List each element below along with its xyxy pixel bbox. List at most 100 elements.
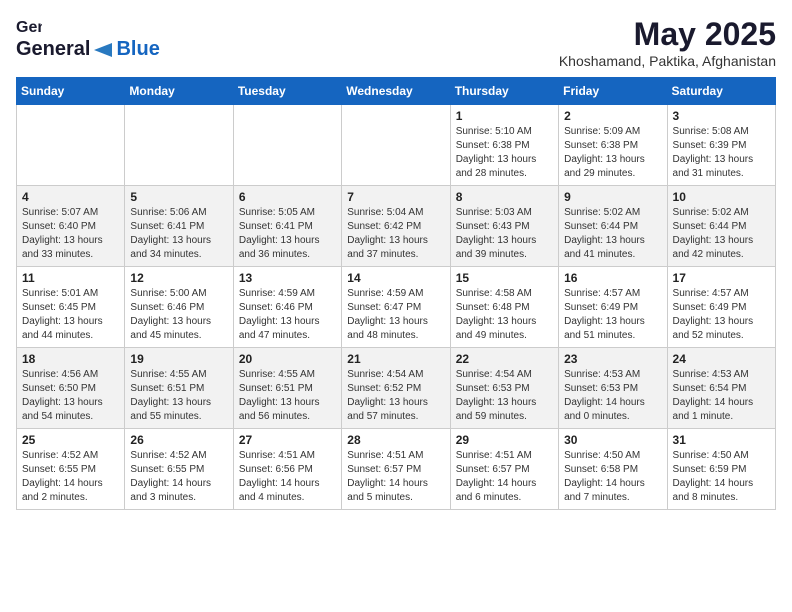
calendar-header-row: SundayMondayTuesdayWednesdayThursdayFrid… — [17, 78, 776, 105]
day-info: Sunrise: 5:09 AMSunset: 6:38 PMDaylight:… — [564, 125, 661, 181]
day-info-line: Daylight: 13 hours — [456, 316, 537, 327]
calendar-cell: 31Sunrise: 4:50 AMSunset: 6:59 PMDayligh… — [667, 429, 775, 510]
calendar-cell: 24Sunrise: 4:53 AMSunset: 6:54 PMDayligh… — [667, 348, 775, 429]
day-info-line: Daylight: 14 hours — [456, 478, 537, 489]
day-info-line: Daylight: 13 hours — [239, 397, 320, 408]
col-header-sunday: Sunday — [17, 78, 125, 105]
day-info: Sunrise: 4:52 AMSunset: 6:55 PMDaylight:… — [22, 449, 119, 505]
day-info: Sunrise: 5:03 AMSunset: 6:43 PMDaylight:… — [456, 206, 553, 262]
day-info-line: Sunrise: 4:53 AM — [673, 369, 749, 380]
day-info: Sunrise: 5:05 AMSunset: 6:41 PMDaylight:… — [239, 206, 336, 262]
calendar-cell: 8Sunrise: 5:03 AMSunset: 6:43 PMDaylight… — [450, 186, 558, 267]
day-info-line: Sunset: 6:54 PM — [673, 383, 747, 394]
day-number: 17 — [673, 271, 770, 285]
day-info-line: Sunset: 6:45 PM — [22, 302, 96, 313]
day-info-line: and 0 minutes. — [564, 411, 630, 422]
day-info: Sunrise: 4:57 AMSunset: 6:49 PMDaylight:… — [673, 287, 770, 343]
day-info: Sunrise: 4:53 AMSunset: 6:53 PMDaylight:… — [564, 368, 661, 424]
day-info-line: Sunrise: 4:56 AM — [22, 369, 98, 380]
day-info-line: Sunset: 6:38 PM — [456, 140, 530, 151]
day-info-line: Sunrise: 5:02 AM — [673, 207, 749, 218]
svg-text:General: General — [16, 19, 42, 36]
day-info-line: Sunrise: 4:51 AM — [347, 450, 423, 461]
day-info-line: and 1 minute. — [673, 411, 734, 422]
day-info-line: Sunset: 6:53 PM — [564, 383, 638, 394]
day-info-line: Daylight: 13 hours — [239, 235, 320, 246]
day-info-line: Sunset: 6:39 PM — [673, 140, 747, 151]
day-number: 21 — [347, 352, 444, 366]
day-number: 15 — [456, 271, 553, 285]
day-info: Sunrise: 4:56 AMSunset: 6:50 PMDaylight:… — [22, 368, 119, 424]
day-info-line: Sunset: 6:49 PM — [564, 302, 638, 313]
day-info-line: Sunset: 6:51 PM — [239, 383, 313, 394]
day-info-line: Daylight: 13 hours — [22, 316, 103, 327]
day-number: 20 — [239, 352, 336, 366]
day-info-line: Daylight: 13 hours — [347, 397, 428, 408]
day-info-line: and 55 minutes. — [130, 411, 201, 422]
day-info-line: Sunrise: 4:51 AM — [456, 450, 532, 461]
day-info-line: Daylight: 13 hours — [347, 316, 428, 327]
day-info-line: Sunrise: 4:51 AM — [239, 450, 315, 461]
day-number: 3 — [673, 109, 770, 123]
day-info-line: Sunrise: 5:07 AM — [22, 207, 98, 218]
day-info-line: Sunset: 6:47 PM — [347, 302, 421, 313]
title-section: May 2025 Khoshamand, Paktika, Afghanista… — [559, 16, 776, 69]
day-info-line: Sunrise: 5:00 AM — [130, 288, 206, 299]
day-info-line: Daylight: 14 hours — [22, 478, 103, 489]
day-info-line: and 2 minutes. — [22, 492, 88, 503]
day-info-line: Sunrise: 5:09 AM — [564, 126, 640, 137]
day-info: Sunrise: 4:50 AMSunset: 6:58 PMDaylight:… — [564, 449, 661, 505]
day-info-line: and 29 minutes. — [564, 168, 635, 179]
day-info-line: and 34 minutes. — [130, 249, 201, 260]
day-info: Sunrise: 5:07 AMSunset: 6:40 PMDaylight:… — [22, 206, 119, 262]
day-info-line: Sunrise: 5:03 AM — [456, 207, 532, 218]
day-info-line: Daylight: 13 hours — [456, 154, 537, 165]
day-info-line: Sunset: 6:53 PM — [456, 383, 530, 394]
day-info-line: Sunrise: 5:02 AM — [564, 207, 640, 218]
day-info: Sunrise: 5:01 AMSunset: 6:45 PMDaylight:… — [22, 287, 119, 343]
day-info-line: Sunset: 6:49 PM — [673, 302, 747, 313]
calendar-cell: 20Sunrise: 4:55 AMSunset: 6:51 PMDayligh… — [233, 348, 341, 429]
calendar-cell: 16Sunrise: 4:57 AMSunset: 6:49 PMDayligh… — [559, 267, 667, 348]
day-info-line: Sunrise: 5:04 AM — [347, 207, 423, 218]
day-info-line: Daylight: 13 hours — [564, 154, 645, 165]
calendar-cell: 4Sunrise: 5:07 AMSunset: 6:40 PMDaylight… — [17, 186, 125, 267]
day-number: 2 — [564, 109, 661, 123]
calendar-cell — [125, 105, 233, 186]
calendar-row-3: 18Sunrise: 4:56 AMSunset: 6:50 PMDayligh… — [17, 348, 776, 429]
day-info-line: Sunset: 6:58 PM — [564, 464, 638, 475]
day-info-line: and 51 minutes. — [564, 330, 635, 341]
day-number: 24 — [673, 352, 770, 366]
day-info-line: and 59 minutes. — [456, 411, 527, 422]
page-header: General General Blue May 2025 Khoshamand… — [16, 16, 776, 69]
col-header-friday: Friday — [559, 78, 667, 105]
calendar-cell: 22Sunrise: 4:54 AMSunset: 6:53 PMDayligh… — [450, 348, 558, 429]
day-number: 31 — [673, 433, 770, 447]
calendar-cell: 29Sunrise: 4:51 AMSunset: 6:57 PMDayligh… — [450, 429, 558, 510]
day-info-line: and 37 minutes. — [347, 249, 418, 260]
day-info-line: Sunrise: 4:52 AM — [130, 450, 206, 461]
day-info-line: Daylight: 13 hours — [239, 316, 320, 327]
calendar-cell: 11Sunrise: 5:01 AMSunset: 6:45 PMDayligh… — [17, 267, 125, 348]
day-info-line: Sunrise: 5:10 AM — [456, 126, 532, 137]
day-info-line: Daylight: 13 hours — [564, 316, 645, 327]
col-header-saturday: Saturday — [667, 78, 775, 105]
day-info-line: Sunset: 6:56 PM — [239, 464, 313, 475]
month-year-title: May 2025 — [559, 16, 776, 53]
day-info-line: Daylight: 14 hours — [673, 478, 754, 489]
calendar-cell: 15Sunrise: 4:58 AMSunset: 6:48 PMDayligh… — [450, 267, 558, 348]
day-info-line: Sunrise: 4:50 AM — [673, 450, 749, 461]
day-info-line: Sunset: 6:44 PM — [564, 221, 638, 232]
calendar-cell: 18Sunrise: 4:56 AMSunset: 6:50 PMDayligh… — [17, 348, 125, 429]
day-info-line: Sunset: 6:50 PM — [22, 383, 96, 394]
day-info-line: and 39 minutes. — [456, 249, 527, 260]
day-info-line: Sunset: 6:42 PM — [347, 221, 421, 232]
logo-general: General — [16, 38, 90, 61]
col-header-tuesday: Tuesday — [233, 78, 341, 105]
day-info: Sunrise: 4:51 AMSunset: 6:56 PMDaylight:… — [239, 449, 336, 505]
day-info-line: Daylight: 14 hours — [130, 478, 211, 489]
day-info-line: Sunset: 6:52 PM — [347, 383, 421, 394]
col-header-wednesday: Wednesday — [342, 78, 450, 105]
day-info: Sunrise: 5:00 AMSunset: 6:46 PMDaylight:… — [130, 287, 227, 343]
day-number: 10 — [673, 190, 770, 204]
